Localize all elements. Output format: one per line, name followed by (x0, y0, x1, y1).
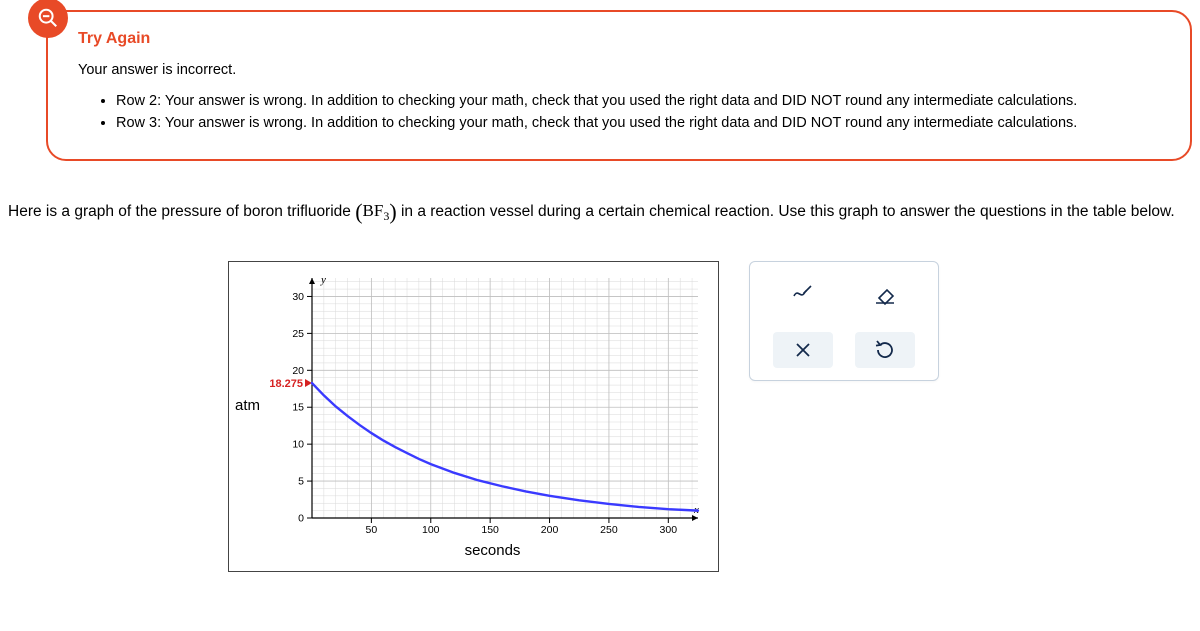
svg-text:200: 200 (541, 524, 559, 536)
svg-text:10: 10 (292, 438, 304, 450)
clear-button[interactable] (773, 332, 833, 368)
draw-tool-button[interactable] (773, 276, 833, 312)
chart-frame: atm yx5010015020025030005101520253018.27… (228, 261, 719, 572)
svg-text:20: 20 (292, 365, 304, 377)
feedback-item: Row 2: Your answer is wrong. In addition… (116, 90, 1166, 112)
feedback-item: Row 3: Your answer is wrong. In addition… (116, 112, 1166, 134)
feedback-title: Try Again (78, 30, 1166, 48)
reset-button[interactable] (855, 332, 915, 368)
feedback-list: Row 2: Your answer is wrong. In addition… (78, 90, 1166, 135)
eraser-tool-button[interactable] (855, 276, 915, 312)
formula-base: BF (363, 201, 384, 220)
chart-tools-panel (749, 261, 939, 381)
chart-ylabel: atm (235, 397, 260, 414)
svg-text:30: 30 (292, 291, 304, 303)
question-prefix: Here is a graph of the pressure of boron… (8, 203, 355, 220)
chart-plot[interactable]: yx5010015020025030005101520253018.275 (266, 272, 706, 540)
zoom-icon (28, 0, 68, 38)
svg-text:5: 5 (298, 475, 304, 487)
feedback-panel: Try Again Your answer is incorrect. Row … (46, 10, 1192, 161)
question-text: Here is a graph of the pressure of boron… (8, 191, 1192, 233)
svg-text:250: 250 (600, 524, 618, 536)
svg-text:50: 50 (366, 524, 378, 536)
feedback-subtitle: Your answer is incorrect. (78, 62, 1166, 78)
svg-text:y: y (320, 274, 326, 286)
svg-text:18.275: 18.275 (269, 378, 303, 390)
question-suffix: in a reaction vessel during a certain ch… (397, 203, 1175, 220)
svg-text:0: 0 (298, 512, 304, 524)
svg-text:150: 150 (481, 524, 499, 536)
svg-text:15: 15 (292, 401, 304, 413)
svg-text:100: 100 (422, 524, 440, 536)
svg-text:25: 25 (292, 328, 304, 340)
svg-text:300: 300 (660, 524, 678, 536)
chart-xlabel: seconds (235, 542, 706, 559)
